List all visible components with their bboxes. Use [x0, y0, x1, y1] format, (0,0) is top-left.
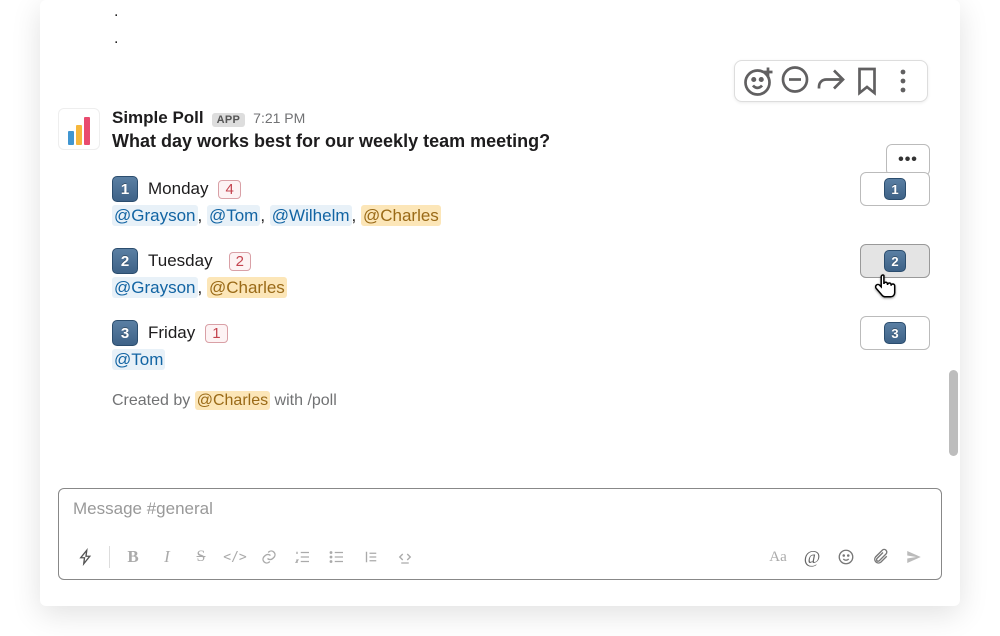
- user-mention[interactable]: @Tom: [112, 349, 165, 370]
- sender-name: Simple Poll: [112, 108, 204, 128]
- voters-list: @Grayson, @Charles: [112, 278, 942, 298]
- user-mention[interactable]: @Charles: [361, 205, 441, 226]
- user-mention[interactable]: @Tom: [207, 205, 260, 226]
- poll-options-container: 1 Monday 4 @Grayson, @Tom, @Wilhelm, @Charl…: [112, 176, 942, 370]
- number-emoji: 2: [884, 250, 906, 272]
- composer-toolbar: B I S </> Aa @: [59, 537, 941, 579]
- prev-message-fragment: .: [114, 29, 942, 48]
- link-icon[interactable]: [254, 543, 284, 571]
- thread-icon[interactable]: [777, 65, 813, 97]
- voters-list: @Tom: [112, 350, 942, 370]
- app-avatar: [58, 108, 100, 150]
- message-body: Simple Poll APP 7:21 PM What day works b…: [112, 108, 942, 410]
- user-mention[interactable]: @Grayson: [112, 277, 198, 298]
- number-emoji: 3: [112, 320, 138, 346]
- voters-list: @Grayson, @Tom, @Wilhelm, @Charles: [112, 206, 942, 226]
- composer-input[interactable]: Message #general: [59, 489, 941, 537]
- slack-window: . . Simple Poll: [40, 0, 960, 606]
- app-badge: APP: [212, 113, 246, 127]
- bold-icon[interactable]: B: [118, 543, 148, 571]
- italic-icon[interactable]: I: [152, 543, 182, 571]
- vote-count: 1: [205, 324, 227, 343]
- message-composer[interactable]: Message #general B I S </>: [58, 488, 942, 580]
- vote-count: 4: [218, 180, 240, 199]
- poll-message: Simple Poll APP 7:21 PM What day works b…: [58, 108, 942, 410]
- number-emoji: 1: [884, 178, 906, 200]
- bookmark-icon[interactable]: [849, 65, 885, 97]
- option-label: Monday: [148, 179, 208, 199]
- option-label: Friday: [148, 323, 195, 343]
- user-mention[interactable]: @Grayson: [112, 205, 198, 226]
- poll-option: 1 Monday 4 @Grayson, @Tom, @Wilhelm, @Charl…: [112, 176, 942, 226]
- poll-command: /poll: [307, 392, 336, 409]
- user-mention[interactable]: @Charles: [207, 277, 287, 298]
- number-emoji: 3: [884, 322, 906, 344]
- emoji-icon[interactable]: [831, 543, 861, 571]
- share-icon[interactable]: [813, 65, 849, 97]
- shortcuts-icon[interactable]: [71, 543, 101, 571]
- blockquote-icon[interactable]: [356, 543, 386, 571]
- number-emoji: 1: [112, 176, 138, 202]
- bullet-list-icon[interactable]: [322, 543, 352, 571]
- format-icon[interactable]: Aa: [763, 543, 793, 571]
- strikethrough-icon[interactable]: S: [186, 543, 216, 571]
- code-icon[interactable]: </>: [220, 543, 250, 571]
- poll-footer: Created by @Charles with /poll: [112, 392, 942, 410]
- mention-icon[interactable]: @: [797, 543, 827, 571]
- send-icon[interactable]: [899, 543, 929, 571]
- attachment-icon[interactable]: [865, 543, 895, 571]
- poll-question: What day works best for our weekly team …: [112, 131, 942, 152]
- divider: [109, 546, 110, 568]
- message-header: Simple Poll APP 7:21 PM: [112, 108, 942, 128]
- code-block-icon[interactable]: [390, 543, 420, 571]
- more-actions-icon[interactable]: [885, 65, 921, 97]
- poll-option: 2 Tuesday 2 @Grayson, @Charles 2: [112, 248, 942, 298]
- message-time: 7:21 PM: [253, 110, 305, 126]
- vote-button[interactable]: 2: [860, 244, 930, 278]
- user-mention[interactable]: @Wilhelm: [270, 205, 352, 226]
- vote-button[interactable]: 1: [860, 172, 930, 206]
- scrollbar-thumb[interactable]: [949, 370, 958, 456]
- option-label: Tuesday: [148, 251, 213, 271]
- message-hover-toolbar: [734, 60, 928, 102]
- poll-option: 3 Friday 1 @Tom 3: [112, 320, 942, 370]
- message-list: . . Simple Poll: [40, 0, 960, 470]
- prev-message-fragment: .: [114, 2, 942, 21]
- number-emoji: 2: [112, 248, 138, 274]
- vote-count: 2: [229, 252, 251, 271]
- add-reaction-icon[interactable]: [741, 65, 777, 97]
- ordered-list-icon[interactable]: [288, 543, 318, 571]
- created-by-mention[interactable]: @Charles: [195, 391, 270, 410]
- vote-button[interactable]: 3: [860, 316, 930, 350]
